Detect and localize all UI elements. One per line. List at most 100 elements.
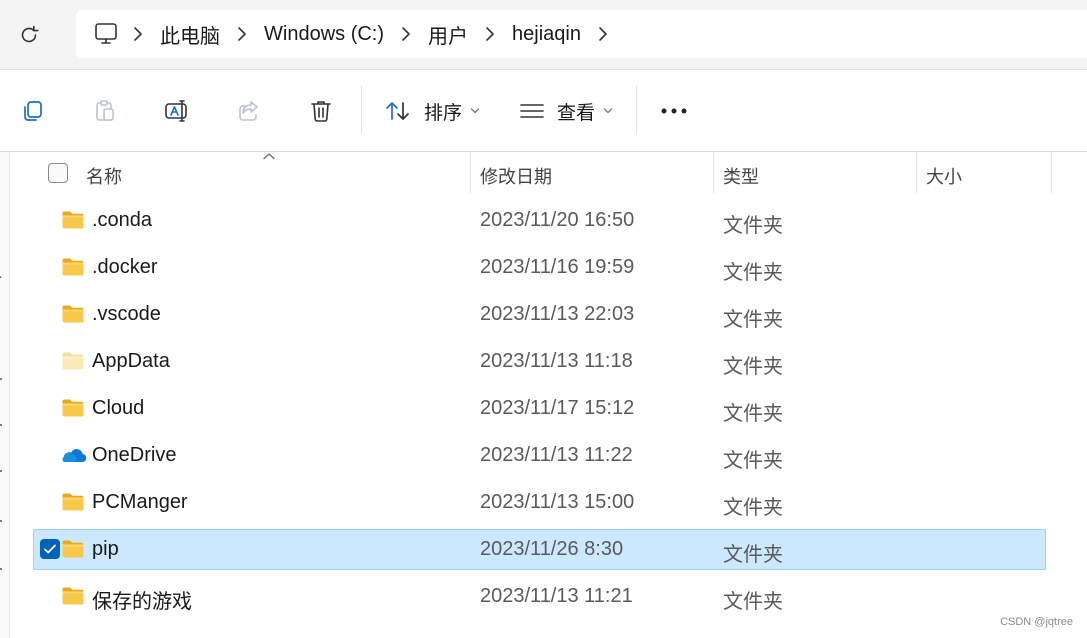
file-type: 文件夹 <box>723 544 783 566</box>
file-type: 文件夹 <box>723 262 783 284</box>
file-modified-date: 2023/11/13 22:03 <box>480 303 635 325</box>
monitor-icon <box>95 23 117 44</box>
hidden-folder-icon <box>61 350 85 372</box>
delete-icon <box>311 101 331 122</box>
sort-button[interactable]: 排序 <box>384 92 480 130</box>
paste-icon <box>96 100 114 121</box>
file-modified-date: 2023/11/17 15:12 <box>480 397 635 419</box>
column-header-modified[interactable]: 修改日期 <box>480 163 552 189</box>
folder-icon <box>61 209 85 231</box>
column-header-size[interactable]: 大小 <box>926 163 962 189</box>
breadcrumb-user-folder[interactable]: hejiaqin <box>508 23 585 46</box>
column-divider[interactable] <box>1051 152 1052 194</box>
column-divider[interactable] <box>916 152 917 194</box>
file-type: 文件夹 <box>723 497 783 519</box>
file-type: 文件夹 <box>723 450 783 472</box>
folder-icon <box>61 303 85 325</box>
column-header-type[interactable]: 类型 <box>723 163 759 189</box>
file-name: .conda <box>92 209 153 231</box>
nav-pane-dot <box>0 470 2 472</box>
column-divider[interactable] <box>713 152 714 194</box>
rename-button[interactable] <box>158 92 196 130</box>
table-row[interactable]: Cloud 2023/11/17 15:12 文件夹 <box>10 388 1087 429</box>
folder-icon <box>61 538 85 560</box>
table-row[interactable]: .conda 2023/11/20 16:50 文件夹 <box>10 200 1087 241</box>
view-list-icon <box>520 104 544 118</box>
watermark-text: CSDN @jqtree <box>1000 616 1073 628</box>
folder-icon <box>61 256 85 278</box>
nav-pane-dot <box>0 424 2 426</box>
refresh-icon <box>21 25 39 43</box>
folder-icon <box>61 491 85 513</box>
rename-icon <box>165 100 187 122</box>
breadcrumb-drive-c[interactable]: Windows (C:) <box>260 23 388 46</box>
file-type: 文件夹 <box>723 215 783 237</box>
chevron-right-icon[interactable] <box>585 26 621 42</box>
onedrive-cloud-icon <box>61 444 87 466</box>
file-type: 文件夹 <box>723 309 783 331</box>
file-name: OneDrive <box>92 444 177 466</box>
view-label: 查看 <box>557 102 596 124</box>
more-icon <box>661 108 687 114</box>
file-modified-date: 2023/11/16 19:59 <box>480 256 635 278</box>
chevron-right-icon[interactable] <box>388 26 424 42</box>
row-checkbox[interactable] <box>40 539 60 559</box>
nav-pane-dot <box>0 520 2 522</box>
file-name: PCManger <box>92 491 188 513</box>
table-row[interactable]: PCManger 2023/11/13 15:00 文件夹 <box>10 482 1087 523</box>
file-modified-date: 2023/11/13 15:00 <box>480 491 635 513</box>
file-name: .docker <box>92 256 158 278</box>
chevron-down-icon <box>603 108 613 114</box>
this-pc-button[interactable] <box>94 22 120 46</box>
column-header: 名称 修改日期 类型 大小 <box>10 152 1087 196</box>
chevron-right-icon[interactable] <box>224 26 260 42</box>
copy-button[interactable] <box>14 92 52 130</box>
toolbar-divider <box>361 86 362 134</box>
delete-button[interactable] <box>302 92 340 130</box>
table-row[interactable]: OneDrive 2023/11/13 11:22 文件夹 <box>10 435 1087 476</box>
file-name: .vscode <box>92 303 161 325</box>
file-name: Cloud <box>92 397 145 419</box>
address-bar[interactable]: 此电脑 Windows (C:) 用户 hejiaqin <box>76 10 1087 58</box>
refresh-button[interactable] <box>12 18 46 52</box>
table-row-selected[interactable]: pip 2023/11/26 8:30 文件夹 <box>10 529 1087 570</box>
paste-button[interactable] <box>86 92 124 130</box>
select-all-checkbox[interactable] <box>48 163 68 183</box>
file-modified-date: 2023/11/13 11:22 <box>480 444 633 466</box>
file-type: 文件夹 <box>723 403 783 425</box>
sort-ascending-caret-icon <box>263 153 275 160</box>
view-button[interactable]: 查看 <box>519 92 613 130</box>
navigation-pane-edge[interactable]: r <box>0 152 10 638</box>
file-modified-date: 2023/11/13 11:18 <box>480 350 633 372</box>
table-row[interactable]: 保存的游戏 2023/11/13 11:21 文件夹 <box>10 576 1087 617</box>
chevron-right-icon[interactable] <box>120 26 156 42</box>
file-type: 文件夹 <box>723 356 783 378</box>
folder-icon <box>61 585 85 607</box>
sort-label: 排序 <box>424 102 463 124</box>
file-name: AppData <box>92 350 170 372</box>
file-modified-date: 2023/11/26 8:30 <box>480 538 624 560</box>
breadcrumb-users[interactable]: 用户 <box>424 20 472 49</box>
chevron-right-icon[interactable] <box>472 26 508 42</box>
nav-pane-clipped-text: r <box>0 272 1 290</box>
checkmark-icon <box>44 544 56 554</box>
file-modified-date: 2023/11/13 11:21 <box>480 585 633 607</box>
table-row[interactable]: .docker 2023/11/16 19:59 文件夹 <box>10 247 1087 288</box>
column-divider[interactable] <box>470 152 471 194</box>
file-type: 文件夹 <box>723 591 783 613</box>
file-name: 保存的游戏 <box>92 591 192 613</box>
nav-pane-dot <box>0 568 2 570</box>
table-row[interactable]: .vscode 2023/11/13 22:03 文件夹 <box>10 294 1087 335</box>
toolbar-divider <box>636 86 637 134</box>
file-modified-date: 2023/11/20 16:50 <box>480 209 635 231</box>
share-button[interactable] <box>230 92 268 130</box>
address-bar-region: 此电脑 Windows (C:) 用户 hejiaqin <box>0 0 1087 70</box>
chevron-down-icon <box>470 108 480 114</box>
table-row[interactable]: AppData 2023/11/13 11:18 文件夹 <box>10 341 1087 382</box>
column-header-name[interactable]: 名称 <box>86 163 122 189</box>
file-name: pip <box>92 538 119 560</box>
breadcrumb-this-pc[interactable]: 此电脑 <box>156 20 224 49</box>
folder-icon <box>61 397 85 419</box>
share-icon <box>239 101 258 121</box>
more-options-button[interactable] <box>656 92 692 130</box>
